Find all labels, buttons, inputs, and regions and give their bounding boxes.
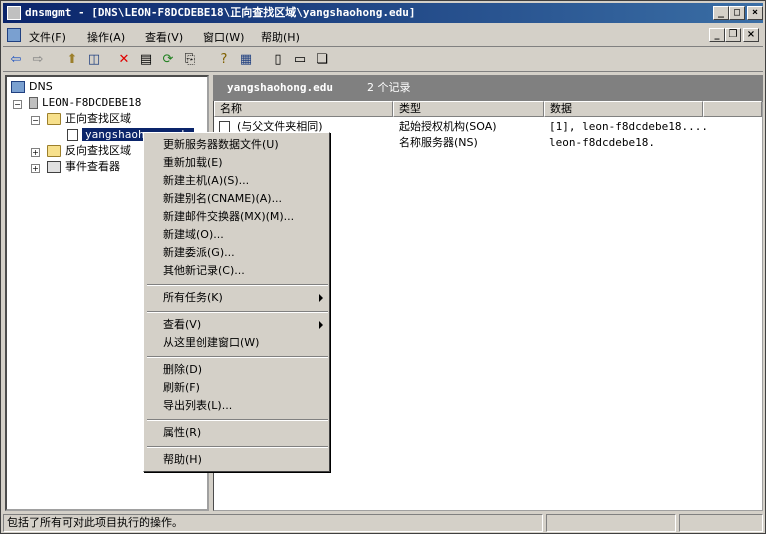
document-icon[interactable]: ▭ [291, 51, 309, 69]
app-icon [7, 6, 21, 20]
menu-separator [147, 356, 328, 358]
menu-help[interactable]: 帮助(H) [163, 451, 202, 469]
zone-file-icon [67, 129, 78, 141]
menu-delete[interactable]: 删除(D) [163, 361, 202, 379]
menu-properties[interactable]: 属性(R) [163, 424, 201, 442]
menu-new-mx[interactable]: 新建邮件交换器(MX)(M)... [163, 208, 294, 226]
tree-node-event-viewer[interactable]: 事件查看器 [47, 159, 120, 175]
delete-icon[interactable]: ✕ [115, 51, 133, 69]
column-header-data[interactable]: 数据 [544, 101, 703, 117]
event-viewer-icon [47, 161, 61, 173]
export-list-icon[interactable]: ⎘ [181, 51, 199, 69]
tree-node-reverse-zone[interactable]: 反向查找区域 [47, 143, 131, 159]
column-header-spacer [703, 101, 762, 117]
tree-node-dns[interactable]: DNS [11, 79, 53, 95]
context-menu: 更新服务器数据文件(U) 重新加载(E) 新建主机(A)(S)... 新建别名(… [143, 132, 330, 472]
maximize-button[interactable]: □ [729, 6, 745, 20]
menu-refresh[interactable]: 刷新(F) [163, 379, 200, 397]
expand-reverse-icon[interactable]: + [31, 148, 40, 157]
menu-all-tasks[interactable]: 所有任务(K) [163, 289, 223, 307]
window-title: dnsmgmt - [DNS\LEON-F8DCDEBE18\正向查找区域\ya… [25, 6, 416, 19]
server-icon[interactable]: ▯ [269, 51, 287, 69]
folder-open-icon [47, 113, 61, 125]
menu-bar: 文件(F) 操作(A) 查看(V) 窗口(W) 帮助(H) _ ❐ × [3, 25, 763, 47]
collapse-forward-icon[interactable]: − [31, 116, 40, 125]
menu-export-list[interactable]: 导出列表(L)... [163, 397, 232, 415]
toolbar: ⇦ ⇨ ⬆ ◫ ✕ ▤ ⟳ ⎘ ? ▦ ▯ ▭ ❏ [3, 48, 763, 72]
console-icon[interactable]: ▦ [237, 51, 255, 69]
menu-file[interactable]: 文件(F) [29, 29, 66, 45]
status-bar: 包括了所有可对此项目执行的操作。 [3, 513, 763, 533]
record-data: [1], leon-f8dcdebe18.... [549, 120, 708, 133]
title-bar: dnsmgmt - [DNS\LEON-F8DCDEBE18\正向查找区域\ya… [3, 3, 763, 23]
tree-node-server[interactable]: LEON-F8DCDEBE18 [29, 95, 141, 111]
column-header-type[interactable]: 类型 [393, 101, 544, 117]
minimize-button[interactable]: _ [713, 6, 729, 20]
menu-window[interactable]: 窗口(W) [203, 29, 244, 45]
details-header-bar: yangshaohong.edu 2 个记录 [213, 75, 763, 101]
forward-arrow-icon[interactable]: ⇨ [29, 51, 47, 69]
submenu-arrow-icon [319, 294, 323, 302]
expand-event-viewer-icon[interactable]: + [31, 164, 40, 173]
menu-view[interactable]: 查看(V) [163, 316, 201, 334]
menu-help[interactable]: 帮助(H) [261, 29, 300, 45]
show-tree-icon[interactable]: ◫ [85, 51, 103, 69]
status-panel-3 [679, 514, 763, 532]
menu-new-window[interactable]: 从这里创建窗口(W) [163, 334, 259, 352]
dns-icon [11, 81, 25, 93]
menu-new-delegation[interactable]: 新建委派(G)... [163, 244, 235, 262]
column-header-name[interactable]: 名称 [214, 101, 393, 117]
tree-node-forward-zone[interactable]: 正向查找区域 [47, 111, 131, 127]
child-minimize-button[interactable]: _ [709, 28, 725, 42]
record-data: leon-f8dcdebe18. [549, 136, 655, 149]
menu-update-server-data[interactable]: 更新服务器数据文件(U) [163, 136, 279, 154]
mmc-icon [7, 28, 21, 42]
folder-icon [47, 145, 61, 157]
collapse-server-icon[interactable]: − [13, 100, 22, 109]
menu-new-domain[interactable]: 新建域(O)... [163, 226, 224, 244]
up-folder-icon[interactable]: ⬆ [63, 51, 81, 69]
menu-other-records[interactable]: 其他新记录(C)... [163, 262, 245, 280]
menu-new-host[interactable]: 新建主机(A)(S)... [163, 172, 249, 190]
app-window: dnsmgmt - [DNS\LEON-F8DCDEBE18\正向查找区域\ya… [0, 0, 766, 534]
help-icon[interactable]: ? [215, 51, 233, 69]
child-restore-button[interactable]: ❐ [725, 28, 741, 42]
documents-icon[interactable]: ❏ [313, 51, 331, 69]
menu-separator [147, 284, 328, 286]
refresh-icon[interactable]: ⟳ [159, 51, 177, 69]
status-text: 包括了所有可对此项目执行的操作。 [3, 514, 543, 532]
server-icon [29, 97, 38, 109]
menu-separator [147, 311, 328, 313]
details-zone-title: yangshaohong.edu [227, 81, 333, 94]
status-panel-2 [546, 514, 676, 532]
menu-new-alias[interactable]: 新建别名(CNAME)(A)... [163, 190, 282, 208]
menu-reload[interactable]: 重新加载(E) [163, 154, 223, 172]
menu-action[interactable]: 操作(A) [87, 29, 125, 45]
menu-view[interactable]: 查看(V) [145, 29, 183, 45]
record-type: 名称服务器(NS) [399, 136, 478, 149]
menu-separator [147, 419, 328, 421]
child-close-button[interactable]: × [743, 28, 759, 42]
back-arrow-icon[interactable]: ⇦ [7, 51, 25, 69]
record-type: 起始授权机构(SOA) [399, 120, 497, 133]
submenu-arrow-icon [319, 321, 323, 329]
record-count: 2 个记录 [367, 81, 411, 94]
properties-icon[interactable]: ▤ [137, 51, 155, 69]
menu-separator [147, 446, 328, 448]
close-button[interactable]: × [747, 6, 763, 20]
